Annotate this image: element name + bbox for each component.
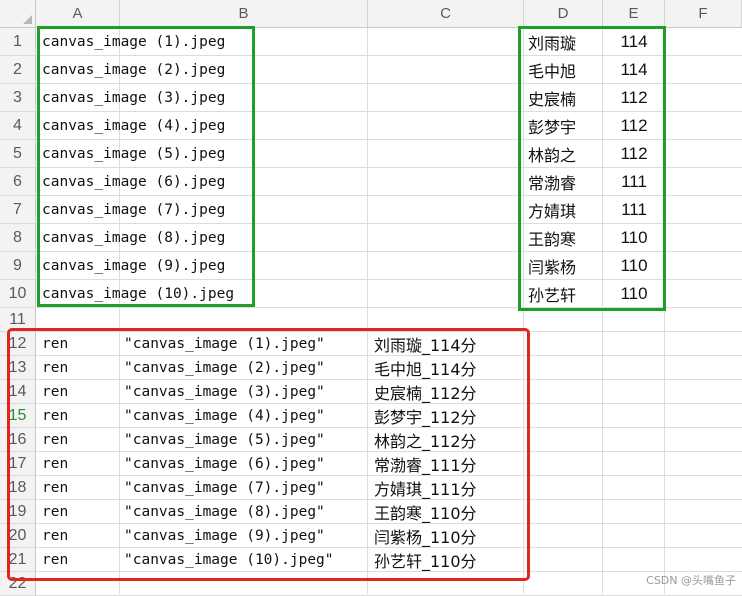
cell-command-ren[interactable]: ren (42, 452, 68, 476)
cell-score[interactable]: 110 (603, 224, 665, 252)
cell-filename[interactable]: canvas_image (1).jpeg (42, 28, 225, 56)
cell-command-source[interactable]: "canvas_image (4).jpeg" (124, 404, 325, 428)
cell-name[interactable]: 孙艺轩 (528, 280, 576, 308)
cell-command-source[interactable]: "canvas_image (10).jpeg" (124, 548, 334, 572)
row-header-10[interactable]: 10 (0, 280, 36, 308)
cell-score[interactable]: 110 (603, 252, 665, 280)
row-header-9[interactable]: 9 (0, 252, 36, 280)
cell-command-source[interactable]: "canvas_image (8).jpeg" (124, 500, 325, 524)
cell-filename[interactable]: canvas_image (5).jpeg (42, 140, 225, 168)
gridline-vertical (523, 28, 524, 594)
cell-command-source[interactable]: "canvas_image (5).jpeg" (124, 428, 325, 452)
cell-name[interactable]: 彭梦宇 (528, 112, 576, 140)
cell-command-source[interactable]: "canvas_image (9).jpeg" (124, 524, 325, 548)
row-header-18[interactable]: 18 (0, 476, 36, 500)
row-header-6[interactable]: 6 (0, 168, 36, 196)
row-header-2[interactable]: 2 (0, 56, 36, 84)
column-header-a[interactable]: A (36, 0, 120, 28)
row-header-13[interactable]: 13 (0, 356, 36, 380)
cell-name[interactable]: 林韵之 (528, 140, 576, 168)
cell-name[interactable]: 闫紫杨 (528, 252, 576, 280)
cell-score[interactable]: 114 (603, 28, 665, 56)
cell-command-target[interactable]: 林韵之_112分 (374, 428, 477, 452)
column-header-b[interactable]: B (120, 0, 368, 28)
cell-filename[interactable]: canvas_image (4).jpeg (42, 112, 225, 140)
cell-score[interactable]: 114 (603, 56, 665, 84)
cell-command-ren[interactable]: ren (42, 476, 68, 500)
cell-command-ren[interactable]: ren (42, 524, 68, 548)
cell-command-target[interactable]: 常渤睿_111分 (374, 452, 477, 476)
row-header-5[interactable]: 5 (0, 140, 36, 168)
cell-command-target[interactable]: 孙艺轩_110分 (374, 548, 477, 572)
cell-command-source[interactable]: "canvas_image (6).jpeg" (124, 452, 325, 476)
cell-command-ren[interactable]: ren (42, 548, 68, 572)
cell-command-target[interactable]: 刘雨璇_114分 (374, 332, 477, 356)
cell-command-ren[interactable]: ren (42, 428, 68, 452)
cell-command-target[interactable]: 方婧琪_111分 (374, 476, 477, 500)
cell-score[interactable]: 112 (603, 112, 665, 140)
cell-command-source[interactable]: "canvas_image (7).jpeg" (124, 476, 325, 500)
row-header-21[interactable]: 21 (0, 548, 36, 572)
cell-command-target[interactable]: 彭梦宇_112分 (374, 404, 477, 428)
cell-command-target[interactable]: 毛中旭_114分 (374, 356, 477, 380)
cell-name[interactable]: 方婧琪 (528, 196, 576, 224)
row-header-16[interactable]: 16 (0, 428, 36, 452)
row-header-19[interactable]: 19 (0, 500, 36, 524)
cell-filename[interactable]: canvas_image (9).jpeg (42, 252, 225, 280)
cell-name[interactable]: 史宸楠 (528, 84, 576, 112)
column-header-d[interactable]: D (524, 0, 603, 28)
cell-command-ren[interactable]: ren (42, 380, 68, 404)
watermark: CSDN @头嘴鱼子 (646, 574, 736, 587)
cell-filename[interactable]: canvas_image (3).jpeg (42, 84, 225, 112)
cell-command-ren[interactable]: ren (42, 404, 68, 428)
row-header-4[interactable]: 4 (0, 112, 36, 140)
row-header-7[interactable]: 7 (0, 196, 36, 224)
cell-command-target[interactable]: 史宸楠_112分 (374, 380, 477, 404)
row-header-12[interactable]: 12 (0, 332, 36, 356)
row-header-22[interactable]: 22 (0, 572, 36, 596)
cell-name[interactable]: 刘雨璇 (528, 28, 576, 56)
cell-command-source[interactable]: "canvas_image (2).jpeg" (124, 356, 325, 380)
column-header-e[interactable]: E (603, 0, 665, 28)
cell-filename[interactable]: canvas_image (10).jpeg (42, 280, 234, 308)
spreadsheet-grid[interactable]: A B C D E F 1 2 3 4 5 6 7 8 9 10 11 12 13 14 15 16 17 18 19 20 21 2… (0, 0, 742, 596)
cell-score[interactable]: 111 (603, 168, 665, 196)
cell-filename[interactable]: canvas_image (7).jpeg (42, 196, 225, 224)
cell-score[interactable]: 112 (603, 140, 665, 168)
cell-filename[interactable]: canvas_image (2).jpeg (42, 56, 225, 84)
row-header-11[interactable]: 11 (0, 308, 36, 332)
gridline-vertical (367, 28, 368, 594)
cell-name[interactable]: 毛中旭 (528, 56, 576, 84)
cell-score[interactable]: 112 (603, 84, 665, 112)
row-header-3[interactable]: 3 (0, 84, 36, 112)
row-header-14[interactable]: 14 (0, 380, 36, 404)
row-header-1[interactable]: 1 (0, 28, 36, 56)
column-header-c[interactable]: C (368, 0, 524, 28)
cell-command-source[interactable]: "canvas_image (1).jpeg" (124, 332, 325, 356)
cell-filename[interactable]: canvas_image (6).jpeg (42, 168, 225, 196)
select-all-corner[interactable] (0, 0, 36, 28)
cell-command-ren[interactable]: ren (42, 356, 68, 380)
cell-name[interactable]: 常渤睿 (528, 168, 576, 196)
cell-command-target[interactable]: 闫紫杨_110分 (374, 524, 477, 548)
cell-score[interactable]: 110 (603, 280, 665, 308)
cell-command-target[interactable]: 王韵寒_110分 (374, 500, 477, 524)
column-header-f[interactable]: F (665, 0, 742, 28)
row-header-17[interactable]: 17 (0, 452, 36, 476)
row-header-20[interactable]: 20 (0, 524, 36, 548)
cell-name[interactable]: 王韵寒 (528, 224, 576, 252)
row-header-8[interactable]: 8 (0, 224, 36, 252)
cell-command-ren[interactable]: ren (42, 500, 68, 524)
cell-filename[interactable]: canvas_image (8).jpeg (42, 224, 225, 252)
cell-command-source[interactable]: "canvas_image (3).jpeg" (124, 380, 325, 404)
cell-command-ren[interactable]: ren (42, 332, 68, 356)
cell-score[interactable]: 111 (603, 196, 665, 224)
row-header-15[interactable]: 15 (0, 404, 36, 428)
